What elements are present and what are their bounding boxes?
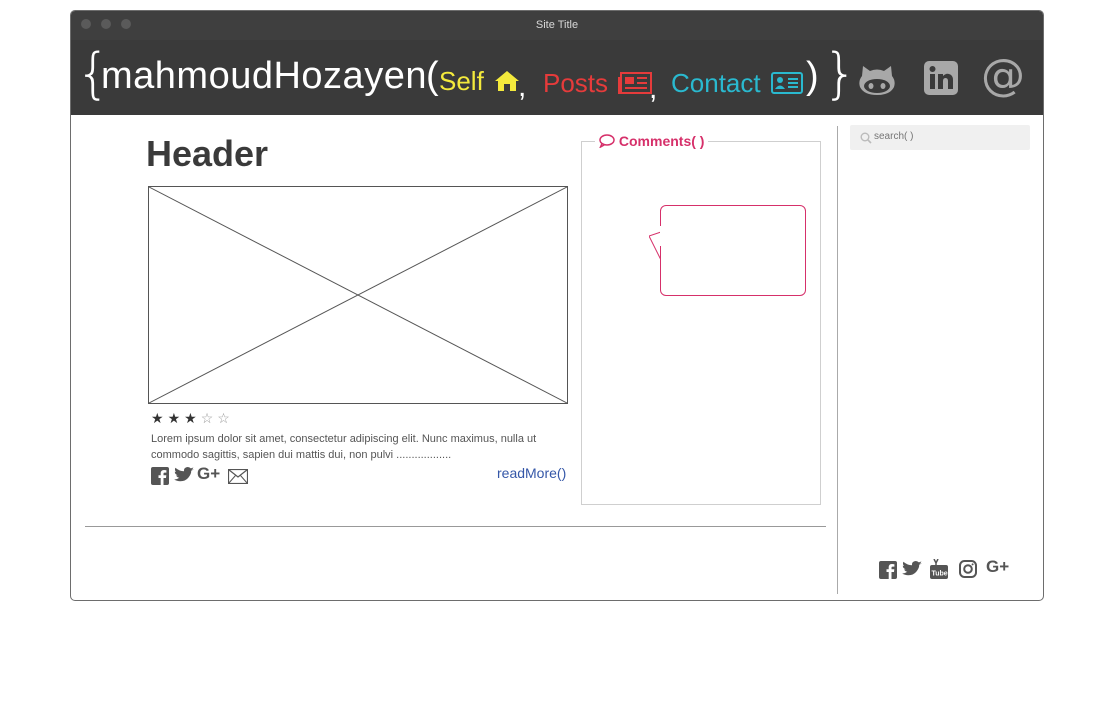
nav-item-self[interactable]: Self	[439, 65, 520, 97]
close-brace: }	[823, 42, 858, 105]
linkedin-icon[interactable]	[923, 60, 959, 96]
twitter-icon[interactable]	[174, 467, 194, 484]
star-filled-icon[interactable]: ★	[151, 410, 168, 426]
comments-label: Comments( )	[618, 133, 705, 149]
star-rating[interactable]: ★★★☆☆	[151, 410, 234, 427]
star-empty-icon[interactable]: ☆	[201, 410, 218, 426]
image-placeholder	[148, 186, 568, 404]
facebook-icon[interactable]	[151, 467, 169, 485]
search-box[interactable]	[850, 125, 1030, 150]
google-plus-icon[interactable]: G+	[197, 464, 220, 484]
github-icon[interactable]	[857, 62, 897, 96]
nav-item-posts[interactable]: Posts	[543, 67, 653, 99]
home-icon	[495, 71, 520, 91]
comment-bubble	[660, 205, 806, 296]
at-icon[interactable]: @	[981, 54, 1025, 98]
youtube-icon[interactable]: Tube	[930, 559, 948, 579]
comment-icon	[598, 134, 615, 149]
content-divider	[85, 526, 826, 527]
search-input[interactable]	[874, 131, 1024, 142]
comments-panel	[581, 141, 821, 505]
bubble-tail-joint	[660, 226, 662, 246]
nav-item-label: Contact	[671, 68, 761, 98]
browser-window: Site Title { mahmoudHozayen ( Self , Pos…	[70, 10, 1044, 601]
brand-name[interactable]: mahmoudHozayen	[101, 52, 427, 100]
nav-item-label: Posts	[543, 68, 609, 98]
title-bar: Site Title	[71, 11, 1043, 40]
open-paren: (	[426, 55, 439, 97]
read-more-link[interactable]: readMore()	[497, 465, 566, 481]
newspaper-icon	[618, 72, 653, 94]
site-title: Site Title	[535, 19, 579, 31]
google-plus-icon[interactable]: G+	[986, 557, 1009, 577]
star-filled-icon[interactable]: ★	[168, 410, 185, 426]
sidebar-divider	[837, 126, 838, 594]
site-header: { mahmoudHozayen ( Self , Posts , Contac…	[71, 40, 1043, 115]
search-icon	[860, 132, 872, 144]
mail-icon[interactable]	[228, 469, 248, 484]
svg-text:Tube: Tube	[932, 571, 948, 578]
instagram-icon[interactable]	[959, 560, 977, 578]
post-title: Header	[146, 133, 269, 174]
nav-separator: ,	[518, 70, 527, 103]
star-empty-icon[interactable]: ☆	[217, 410, 234, 426]
star-filled-icon[interactable]: ★	[184, 410, 201, 426]
twitter-icon[interactable]	[902, 561, 922, 578]
nav-item-contact[interactable]: Contact	[671, 67, 803, 99]
contact-card-icon	[770, 72, 803, 94]
nav-separator: ,	[649, 72, 658, 105]
close-paren: )	[806, 55, 819, 97]
comments-heading[interactable]: Comments( )	[595, 133, 709, 149]
facebook-icon[interactable]	[879, 561, 897, 579]
post-excerpt: Lorem ipsum dolor sit amet, consectetur …	[151, 433, 537, 461]
nav-item-label: Self	[439, 66, 484, 96]
